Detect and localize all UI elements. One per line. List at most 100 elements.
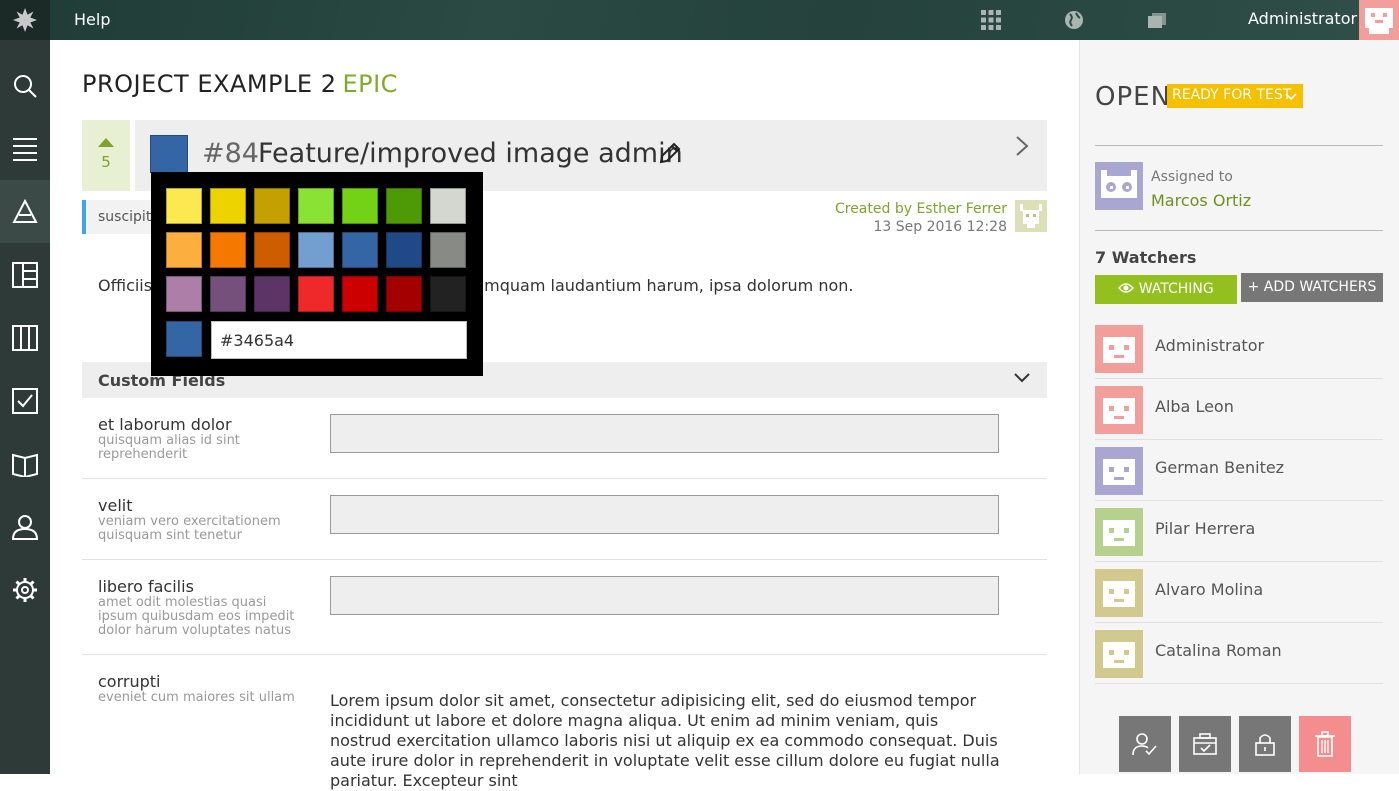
logo-icon: [13, 8, 37, 32]
creator-avatar[interactable]: [1015, 200, 1047, 232]
chevron-down-icon[interactable]: [1012, 370, 1032, 386]
team-icon: [12, 514, 38, 540]
globe-icon[interactable]: [1062, 8, 1086, 32]
epic-subject: Feature/improved image admin: [258, 138, 683, 169]
lock-icon: [1255, 734, 1275, 756]
backlog-icon: [13, 137, 37, 161]
selected-color-swatch: [166, 321, 202, 357]
hex-color-input[interactable]: [211, 321, 467, 359]
nav-epics[interactable]: [0, 180, 50, 243]
delete-button[interactable]: [1299, 716, 1351, 772]
watcher-avatar: [1095, 447, 1143, 495]
color-swatch[interactable]: [298, 232, 334, 268]
watcher-avatar: [1095, 508, 1143, 556]
color-swatch[interactable]: [298, 188, 334, 224]
nav-kanban[interactable]: [0, 243, 50, 306]
color-swatch[interactable]: [210, 188, 246, 224]
assigned-to-label: Assigned to: [1151, 169, 1233, 185]
watcher-avatar: [1095, 630, 1143, 678]
wiki-icon: [12, 453, 38, 477]
color-swatch[interactable]: [254, 232, 290, 268]
help-link[interactable]: Help: [74, 10, 110, 29]
user-name[interactable]: Administrator: [1248, 9, 1357, 28]
upvote-button[interactable]: 5: [82, 120, 130, 191]
nav-board[interactable]: [0, 306, 50, 369]
nav-settings[interactable]: [0, 558, 50, 621]
color-swatch[interactable]: [166, 232, 202, 268]
folders-icon[interactable]: [1145, 8, 1169, 32]
move-icon: [1193, 733, 1217, 755]
watching-label: WATCHING: [1138, 281, 1214, 297]
nav-team[interactable]: [0, 495, 50, 558]
search-icon: [14, 74, 37, 98]
watcher-row[interactable]: German Benitez: [1095, 440, 1383, 501]
chevron-down-icon: [1285, 93, 1297, 101]
color-swatch[interactable]: [254, 276, 290, 312]
watchers-count: 7 Watchers: [1095, 248, 1197, 267]
nav-search[interactable]: [0, 54, 50, 117]
watcher-row[interactable]: Alba Leon: [1095, 379, 1383, 440]
lock-button[interactable]: [1239, 716, 1291, 772]
epic-color-button[interactable]: [150, 135, 188, 173]
custom-field-label: libero facilis: [98, 577, 194, 596]
status-dropdown[interactable]: READY FOR TEST: [1167, 84, 1303, 108]
custom-field-text-value[interactable]: Lorem ipsum dolor sit amet, consectetur …: [330, 691, 1000, 791]
color-swatch[interactable]: [298, 276, 334, 312]
side-navigation: [0, 40, 50, 774]
watcher-row[interactable]: Administrator: [1095, 318, 1383, 379]
color-swatch[interactable]: [386, 232, 422, 268]
watcher-row[interactable]: Catalina Roman: [1095, 623, 1383, 684]
eye-icon: [1118, 283, 1135, 293]
taiga-logo[interactable]: [0, 0, 50, 40]
color-swatch[interactable]: [254, 188, 290, 224]
color-swatch[interactable]: [342, 232, 378, 268]
color-swatch[interactable]: [430, 188, 466, 224]
color-swatch[interactable]: [342, 188, 378, 224]
watcher-avatar: [1095, 569, 1143, 617]
watcher-row[interactable]: Pilar Herrera: [1095, 501, 1383, 562]
edit-pencil-icon[interactable]: [658, 141, 682, 165]
assigned-user-link[interactable]: Marcos Ortiz: [1151, 191, 1251, 210]
projects-grid-icon[interactable]: [979, 8, 1003, 32]
nav-issues[interactable]: [0, 369, 50, 432]
color-swatch[interactable]: [386, 276, 422, 312]
next-item-chevron-icon[interactable]: [1012, 134, 1032, 158]
watcher-name: German Benitez: [1155, 458, 1285, 477]
page-title: PROJECT EXAMPLE 2 EPIC: [82, 70, 398, 98]
custom-field-label: corrupti: [98, 672, 161, 691]
watcher-row[interactable]: Alvaro Molina: [1095, 562, 1383, 623]
color-swatch[interactable]: [342, 276, 378, 312]
move-button[interactable]: [1179, 716, 1231, 772]
top-bar: Help Administrator: [0, 0, 1399, 40]
trash-icon: [1315, 731, 1335, 757]
color-swatch[interactable]: [430, 276, 466, 312]
custom-field-description: amet odit molestias quasi ipsum quibusda…: [98, 595, 295, 638]
assigned-avatar[interactable]: [1095, 162, 1143, 210]
kanban-icon: [12, 261, 38, 288]
custom-field-row: corrupti eveniet cum maiores sit ullam L…: [82, 655, 1047, 790]
divider: [1095, 230, 1383, 231]
settings-icon: [13, 577, 37, 602]
color-swatch[interactable]: [386, 188, 422, 224]
color-swatch[interactable]: [166, 188, 202, 224]
user-avatar[interactable]: [1359, 0, 1399, 40]
add-watchers-button[interactable]: + ADD WATCHERS: [1241, 273, 1383, 302]
custom-field-input[interactable]: [330, 495, 999, 534]
issues-icon: [12, 387, 38, 414]
watching-button[interactable]: WATCHING: [1095, 275, 1237, 304]
custom-field-input[interactable]: [330, 414, 999, 453]
status-dropdown-label: READY FOR TEST: [1172, 87, 1292, 103]
project-name: PROJECT EXAMPLE 2: [82, 70, 337, 98]
custom-field-row: libero facilis amet odit molestias quasi…: [82, 560, 1047, 655]
nav-backlog[interactable]: [0, 117, 50, 180]
watcher-avatar: [1095, 325, 1143, 373]
color-swatch[interactable]: [430, 232, 466, 268]
assign-to-me-button[interactable]: [1119, 716, 1171, 772]
color-swatch[interactable]: [210, 232, 246, 268]
color-swatch[interactable]: [166, 276, 202, 312]
custom-field-input[interactable]: [330, 576, 999, 615]
color-swatch[interactable]: [210, 276, 246, 312]
created-by[interactable]: Created by Esther Ferrer: [820, 200, 1007, 218]
nav-wiki[interactable]: [0, 432, 50, 495]
created-info: Created by Esther Ferrer 13 Sep 2016 12:…: [820, 200, 1007, 236]
